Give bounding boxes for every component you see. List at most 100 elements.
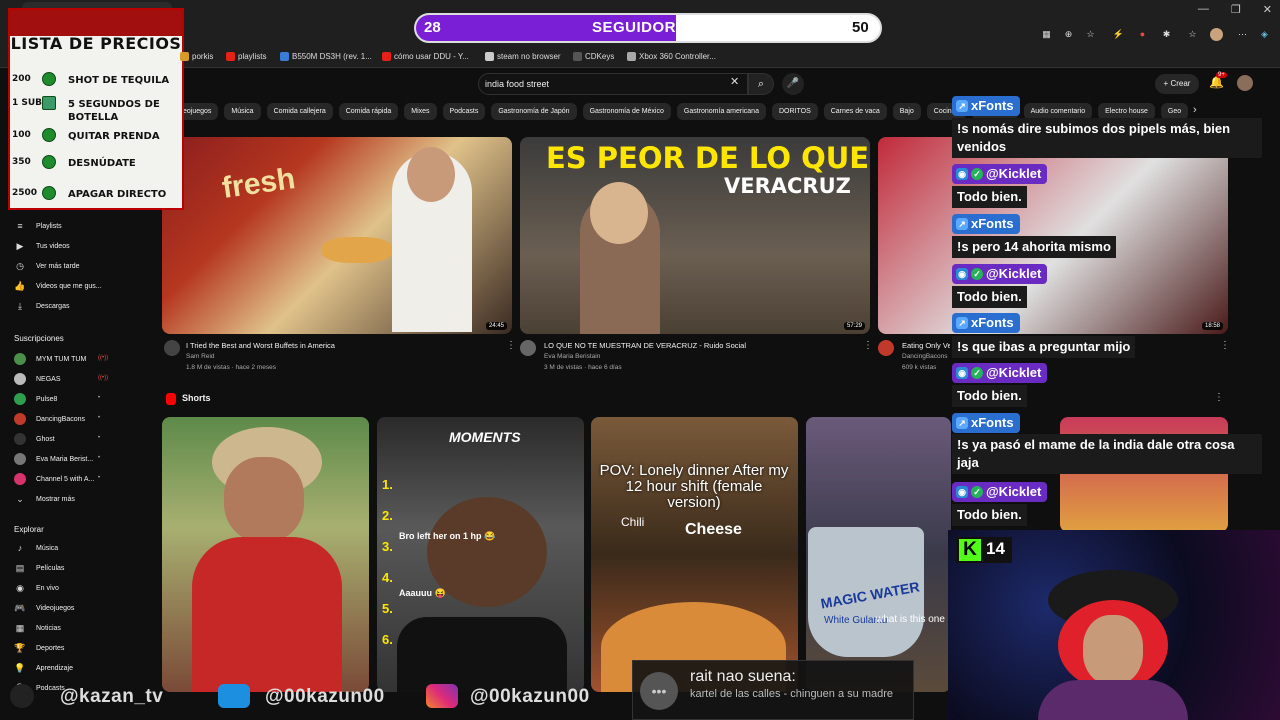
sidebar-subscription[interactable]: DancingBacons <box>14 413 85 425</box>
chip-11[interactable]: Bajo <box>892 103 921 120</box>
more-options-icon[interactable]: ⋮ <box>1220 340 1230 351</box>
chevron-right-icon[interactable]: › <box>1193 104 1197 116</box>
sidebar-item[interactable]: ▶ Tus videos <box>14 240 70 252</box>
more-options-icon[interactable]: ⋮ <box>863 340 873 351</box>
channel-avatar[interactable] <box>164 340 180 356</box>
chip-9[interactable]: DORITOS <box>771 103 818 120</box>
maximize-icon[interactable]: ❐ <box>1231 3 1241 16</box>
chip-4[interactable]: Mixes <box>404 103 437 120</box>
channel-avatar[interactable] <box>878 340 894 356</box>
live-indicator-icon: ((•)) <box>98 355 109 361</box>
more-options-icon[interactable]: ⋮ <box>506 340 516 351</box>
bookmark-icon <box>485 52 494 61</box>
bookmark-item[interactable]: cómo usar DDU - Y... <box>382 52 469 61</box>
short-thumbnail[interactable] <box>162 417 369 692</box>
follower-label: SEGUIDORES <box>592 19 698 36</box>
menu-dots-icon[interactable]: ⋯ <box>1236 28 1249 41</box>
arrow-badge-icon: ↗ <box>956 100 968 112</box>
short-caption: MOMENTS <box>449 429 521 445</box>
sidebar-explore-item[interactable]: ▦ Noticias <box>14 622 61 634</box>
video-title[interactable]: LO QUE NO TE MUESTRAN DE VERACRUZ - Ruid… <box>544 341 844 350</box>
sidebar-item-label: Eva Maria Berist... <box>36 455 94 463</box>
sidebar-explore-item[interactable]: 🎮 Videojuegos <box>14 602 74 614</box>
chip-6[interactable]: Gastronomía de Japón <box>491 103 577 120</box>
video-thumbnail[interactable]: fresh 24:45 <box>162 137 512 334</box>
profile-icon[interactable] <box>1210 28 1223 41</box>
bookmark-item[interactable]: CDKeys <box>573 52 614 61</box>
live-indicator-icon: ((•)) <box>98 375 109 381</box>
sidebar-explore-item[interactable]: 🏆 Deportes <box>14 642 64 654</box>
sidebar-subscription[interactable]: Channel 5 with A... <box>14 473 94 485</box>
notifications-bell-icon[interactable]: 🔔 9+ <box>1209 72 1227 89</box>
bookmark-item[interactable]: porkis <box>180 52 213 61</box>
bookmark-item[interactable]: playlists <box>226 52 266 61</box>
video-channel[interactable]: DancingBacons <box>902 353 948 360</box>
channel-avatar <box>14 413 26 425</box>
chip-5[interactable]: Podcasts <box>442 103 486 120</box>
sidebar-subscription[interactable]: Ghost <box>14 433 55 445</box>
video-channel[interactable]: Sam Reid <box>186 353 215 360</box>
sidebar-explore-item[interactable]: ▤ Películas <box>14 562 65 574</box>
chat-username-text: @Kicklet <box>986 484 1042 499</box>
channel-avatar[interactable] <box>520 340 536 356</box>
short-caption: what is this one <box>876 614 945 625</box>
video-title[interactable]: I Tried the Best and Worst Buffets in Am… <box>186 341 486 350</box>
video-channel[interactable]: Eva Maria Beristain <box>544 353 600 360</box>
chip-7[interactable]: Gastronomía de México <box>582 103 671 120</box>
sidebar-subscription[interactable]: Eva Maria Berist... <box>14 453 93 465</box>
chat-username: ↗ xFonts <box>952 313 1020 333</box>
sign-cheese: Cheese <box>685 521 742 538</box>
sidebar-subscription[interactable]: NEGAS <box>14 373 61 385</box>
zoom-icon[interactable]: ⊕ <box>1062 28 1075 41</box>
close-icon[interactable]: ✕ <box>1263 3 1272 16</box>
chat-username: ◉ ✓ @Kicklet <box>952 363 1048 383</box>
copilot-icon[interactable]: ◈ <box>1258 28 1271 41</box>
minimize-icon[interactable]: — <box>1198 3 1209 16</box>
voice-search-button[interactable]: 🎤 <box>782 73 804 95</box>
video-meta: 3 M de vistas · hace 6 días <box>544 364 622 371</box>
chip-2[interactable]: Comida callejera <box>266 103 333 120</box>
search-input[interactable]: india food street <box>478 73 748 95</box>
bookmark-item[interactable]: B550M DS3H (rev. 1... <box>280 52 372 61</box>
shirt-shape <box>397 617 567 692</box>
shield-icon[interactable]: ● <box>1136 28 1149 41</box>
sidebar-item-label: Videos que me gus... <box>36 282 102 290</box>
search-icon: ⌕ <box>757 78 765 90</box>
chip-3[interactable]: Comida rápida <box>338 103 399 120</box>
sidebar-subscription[interactable]: MYM TUM TUM <box>14 353 86 365</box>
more-options-icon[interactable]: ⋮ <box>1214 392 1224 403</box>
sidebar-item[interactable]: ⤓ Descargas <box>14 300 69 312</box>
video-title[interactable]: Eating Only Ve <box>902 341 950 350</box>
favorites-icon[interactable]: ☆ <box>1186 28 1199 41</box>
short-thumbnail[interactable]: MOMENTS 1. 2. 3. 4. 5. 6. Bro left her o… <box>377 417 584 692</box>
sidebar-item-label: Música <box>36 544 59 552</box>
grid-icon[interactable]: ▦ <box>1040 28 1053 41</box>
sidebar-explore-item[interactable]: 💡 Aprendizaje <box>14 662 73 674</box>
clear-search-icon[interactable]: ✕ <box>730 75 739 88</box>
video-meta: 1.8 M de vistas · hace 2 meses <box>186 364 276 371</box>
avatar[interactable] <box>1237 75 1253 91</box>
chat-username-text: @Kicklet <box>986 166 1042 181</box>
sidebar-explore-item[interactable]: ◉ En vivo <box>14 582 59 594</box>
sidebar-item[interactable]: 👍 Videos que me gus... <box>14 280 102 292</box>
bookmark-item[interactable]: Xbox 360 Controller... <box>627 52 716 61</box>
sidebar-item[interactable]: ◷ Ver más tarde <box>14 260 80 272</box>
create-button[interactable]: + Crear <box>1155 74 1199 94</box>
chip-1[interactable]: Música <box>224 103 261 120</box>
extension-icon[interactable]: ⚡ <box>1112 28 1125 41</box>
search-button[interactable]: ⌕ <box>748 73 774 95</box>
sidebar-explore-item[interactable]: ♪ Música <box>14 542 58 554</box>
show-more-button[interactable]: ⌄ Mostrar más <box>14 493 75 505</box>
star-icon[interactable]: ☆ <box>1084 28 1097 41</box>
short-thumbnail[interactable]: MAGIC WATER White Gulamu what is this on… <box>806 417 951 692</box>
sidebar-item[interactable]: ≡ Playlists <box>14 220 61 232</box>
puzzle-icon[interactable]: ✱ <box>1160 28 1173 41</box>
duration-badge: 57:29 <box>843 322 865 330</box>
video-thumbnail[interactable]: ES PEOR DE LO QUE DICEN VERACRUZ 57:29 <box>520 137 870 334</box>
chip-8[interactable]: Gastronomía americana <box>676 103 766 120</box>
sidebar-subscription[interactable]: Pulse8 <box>14 393 57 405</box>
apron-shape <box>192 537 342 692</box>
chip-10[interactable]: Carnes de vaca <box>823 103 887 120</box>
bookmark-item[interactable]: steam no browser <box>485 52 561 61</box>
short-thumbnail[interactable]: POV: Lonely dinner After my 12 hour shif… <box>591 417 798 692</box>
